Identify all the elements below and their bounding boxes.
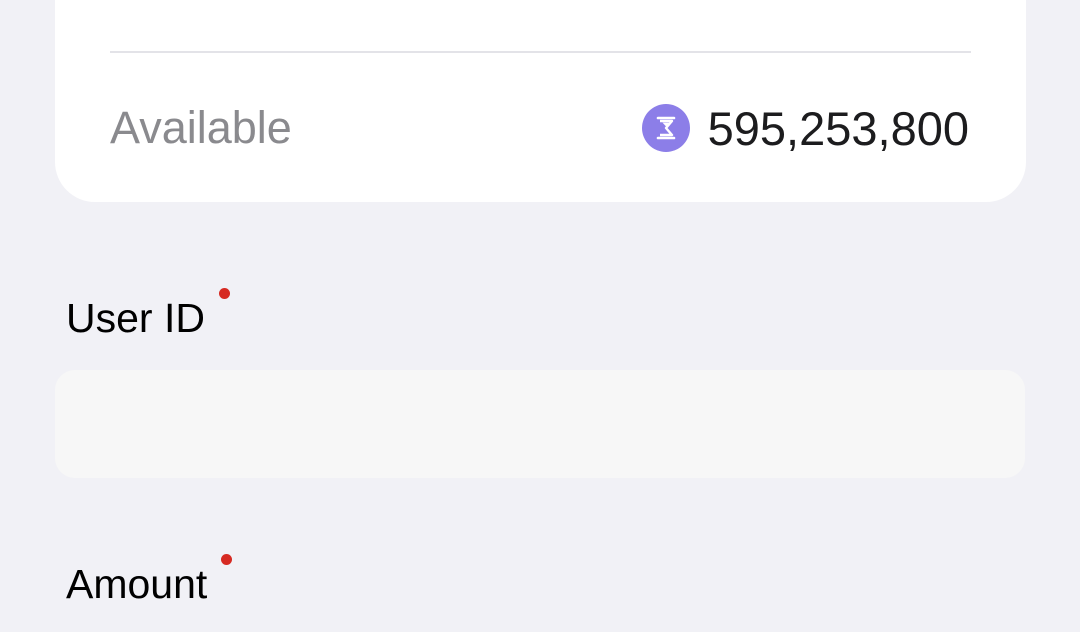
user-id-input[interactable] bbox=[55, 370, 1025, 478]
available-amount-group: 595,253,800 bbox=[641, 101, 969, 156]
required-indicator bbox=[218, 288, 230, 299]
amount-label: Amount bbox=[66, 561, 208, 607]
amount-label-group: Amount bbox=[66, 554, 233, 607]
user-id-label: User ID bbox=[66, 295, 205, 341]
user-id-label-group: User ID bbox=[66, 288, 230, 341]
available-balance-row: Available 595,253,800 bbox=[110, 88, 969, 168]
available-label: Available bbox=[110, 102, 292, 153]
required-indicator bbox=[221, 554, 233, 565]
divider bbox=[110, 51, 971, 53]
available-amount: 595,253,800 bbox=[707, 101, 969, 155]
balance-card: Available 595,253,800 bbox=[55, 0, 1026, 202]
hourglass-coin-icon bbox=[641, 104, 690, 152]
